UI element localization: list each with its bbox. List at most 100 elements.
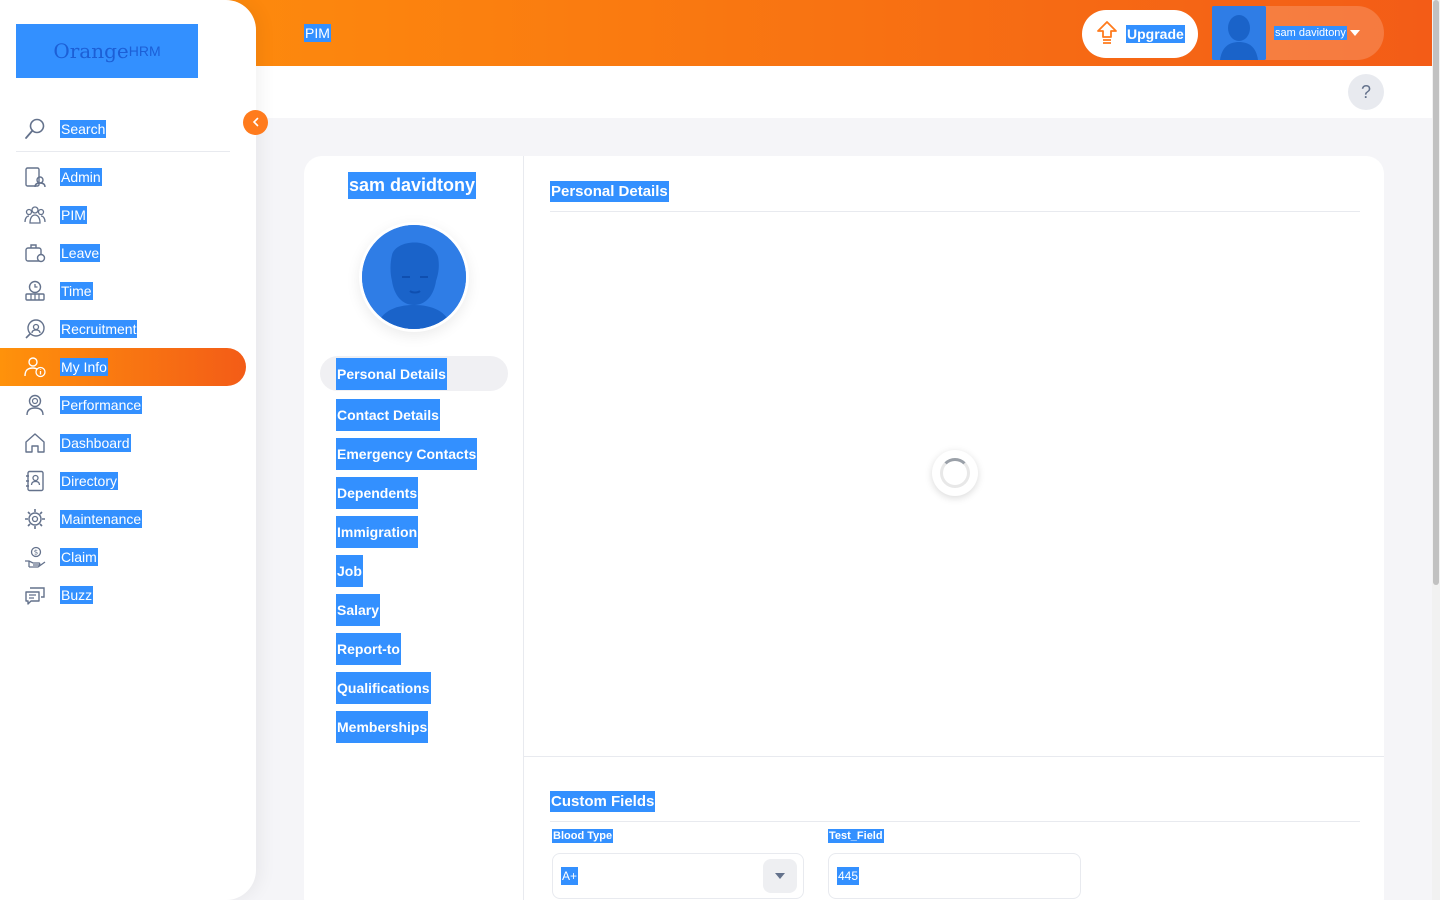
spinner-ring — [940, 458, 970, 488]
test-field-label: Test_Field — [828, 829, 884, 843]
tab-report-to[interactable]: Report-to — [320, 629, 508, 668]
sub-header — [256, 66, 1432, 118]
user-name: sam davidtony — [1274, 26, 1347, 40]
tab-label: Salary — [336, 593, 381, 626]
search-label: Search — [60, 119, 107, 138]
sidebar-item-label: Claim — [60, 548, 98, 566]
user-dropdown[interactable]: sam davidtony — [1212, 6, 1384, 60]
sidebar-item-label: Performance — [60, 396, 143, 414]
employee-avatar — [362, 225, 466, 329]
tab-memberships[interactable]: Memberships — [320, 707, 508, 746]
sidebar-item-label: Dashboard — [60, 434, 131, 452]
tab-dependents[interactable]: Dependents — [320, 473, 508, 512]
sidebar: Orange HRM Search Admin PIM Leave Time Re… — [0, 0, 256, 900]
section-separator — [524, 756, 1384, 757]
loading-spinner — [932, 450, 978, 496]
sidebar-item-dashboard[interactable]: Dashboard — [0, 424, 246, 462]
scrollbar-thumb[interactable] — [1433, 0, 1439, 585]
sidebar-item-label: Admin — [60, 168, 102, 186]
tab-qualifications[interactable]: Qualifications — [320, 668, 508, 707]
dashboard-icon — [24, 432, 46, 454]
tab-label: Emergency Contacts — [336, 437, 478, 470]
sidebar-item-time[interactable]: Time — [0, 272, 246, 310]
page-scrollbar[interactable] — [1432, 0, 1440, 900]
sidebar-item-label: Time — [60, 282, 93, 300]
admin-icon — [24, 166, 46, 188]
tab-label: Dependents — [336, 476, 419, 509]
tab-label: Personal Details — [336, 357, 447, 390]
tab-label: Report-to — [336, 632, 401, 665]
sidebar-item-directory[interactable]: Directory — [0, 462, 246, 500]
personal-details-title: Personal Details — [550, 181, 669, 202]
maintenance-icon — [24, 508, 46, 530]
sidebar-item-label: My Info — [60, 358, 108, 376]
tab-contact-details[interactable]: Contact Details — [320, 395, 508, 434]
tab-label: Contact Details — [336, 398, 440, 431]
tab-personal-details[interactable]: Personal Details — [320, 356, 508, 391]
tab-job[interactable]: Job — [320, 551, 508, 590]
chevron-down-icon[interactable] — [763, 859, 797, 893]
sidebar-item-label: Recruitment — [60, 320, 138, 338]
upgrade-label: Upgrade — [1126, 25, 1185, 43]
sidebar-item-label: Directory — [60, 472, 119, 490]
tab-label: Immigration — [336, 515, 419, 548]
claim-icon: $ — [24, 546, 46, 568]
tab-label: Job — [336, 554, 363, 587]
employee-card: sam davidtony Personal Details Contact D… — [304, 156, 1384, 900]
help-icon: ? — [1360, 81, 1371, 102]
employee-tabs: Personal Details Contact Details Emergen… — [320, 356, 508, 746]
performance-icon — [24, 394, 46, 416]
tab-salary[interactable]: Salary — [320, 590, 508, 629]
sidebar-item-label: Buzz — [60, 586, 94, 604]
sidebar-item-buzz[interactable]: Buzz — [0, 576, 246, 614]
sidebar-item-maintenance[interactable]: Maintenance — [0, 500, 246, 538]
svg-text:$: $ — [34, 549, 38, 557]
tab-immigration[interactable]: Immigration — [320, 512, 508, 551]
custom-fields-title: Custom Fields — [550, 791, 656, 812]
user-avatar — [1212, 6, 1266, 60]
directory-icon — [24, 470, 46, 492]
sidebar-item-performance[interactable]: Performance — [0, 386, 246, 424]
blood-type-label: Blood Type — [552, 829, 614, 843]
sidebar-item-pim[interactable]: PIM — [0, 196, 246, 234]
help-button[interactable]: ? — [1348, 74, 1384, 110]
pim-icon — [24, 204, 46, 226]
logo-text: Orange — [53, 39, 129, 63]
test-field-value: 445 — [837, 867, 860, 885]
chevron-down-icon — [1349, 30, 1360, 36]
tab-label: Qualifications — [336, 671, 431, 704]
sidebar-menu: Admin PIM Leave Time Recruitment My Info… — [0, 158, 246, 614]
upgrade-button[interactable]: Upgrade — [1082, 10, 1198, 58]
employee-name: sam davidtony — [348, 172, 477, 199]
sidebar-item-label: Maintenance — [60, 510, 143, 528]
blood-type-value: A+ — [561, 867, 579, 885]
buzz-icon — [24, 584, 46, 606]
sidebar-item-leave[interactable]: Leave — [0, 234, 246, 272]
chevron-left-icon — [251, 114, 261, 132]
sidebar-item-label: PIM — [60, 206, 87, 224]
section-divider — [550, 211, 1360, 212]
sidebar-item-admin[interactable]: Admin — [0, 158, 246, 196]
leave-icon — [24, 242, 46, 264]
logo-suffix: HRM — [128, 43, 161, 59]
recruitment-icon — [24, 318, 46, 340]
section-divider — [550, 821, 1360, 822]
time-icon — [24, 280, 46, 302]
sidebar-item-my-info[interactable]: My Info — [0, 348, 246, 386]
brand-logo[interactable]: Orange HRM — [16, 24, 198, 78]
sidebar-item-recruitment[interactable]: Recruitment — [0, 310, 246, 348]
module-title: PIM — [304, 24, 331, 42]
employee-avatar-frame[interactable] — [359, 222, 469, 332]
sidebar-search[interactable]: Search — [16, 106, 230, 152]
my-info-icon — [24, 356, 46, 378]
tab-emergency-contacts[interactable]: Emergency Contacts — [320, 434, 508, 473]
tab-label: Memberships — [336, 710, 429, 743]
blood-type-select[interactable]: A+ — [552, 853, 804, 899]
search-icon — [24, 118, 46, 140]
sidebar-collapse-button[interactable] — [243, 110, 268, 135]
sidebar-item-label: Leave — [60, 244, 101, 262]
upgrade-arrow-icon — [1096, 20, 1118, 49]
employee-profile-pane: sam davidtony Personal Details Contact D… — [304, 156, 524, 900]
test-field-input[interactable]: 445 — [828, 853, 1081, 899]
sidebar-item-claim[interactable]: $ Claim — [0, 538, 246, 576]
